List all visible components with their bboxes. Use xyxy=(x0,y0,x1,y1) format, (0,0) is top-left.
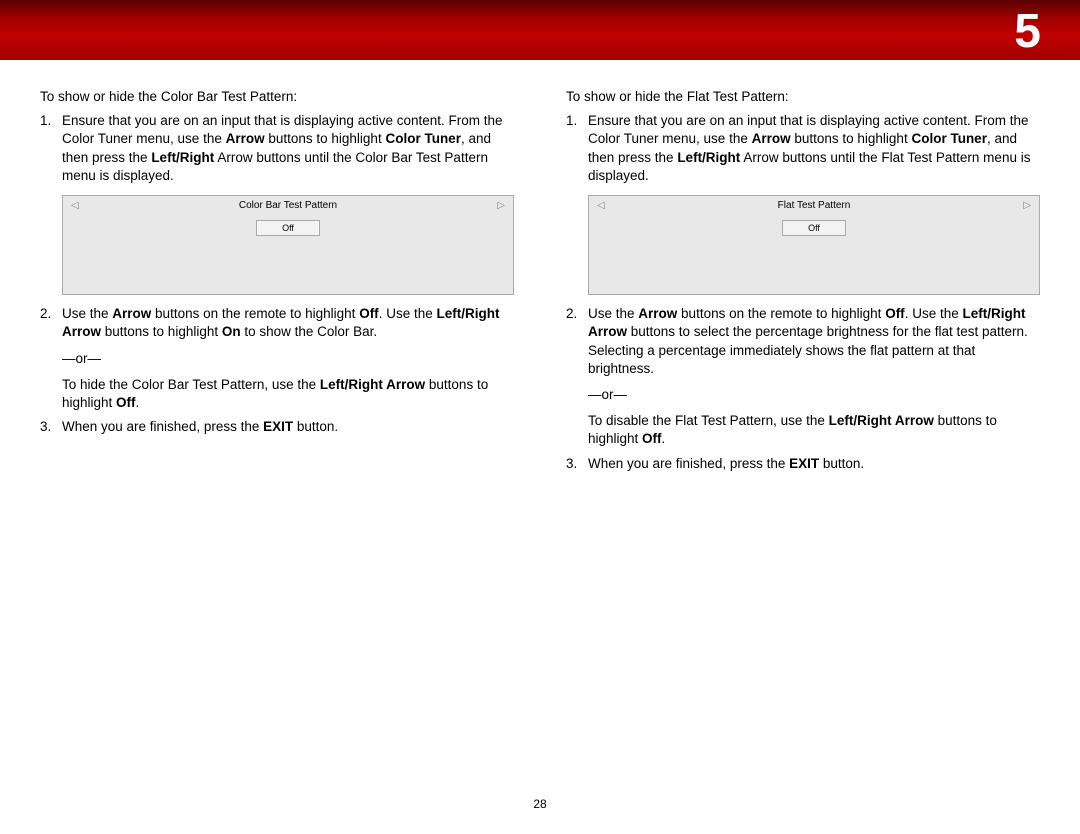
text: buttons to highlight xyxy=(265,131,386,146)
left-step-1: Ensure that you are on an input that is … xyxy=(40,112,514,295)
bold-arrow: Arrow xyxy=(752,131,791,146)
menu-value: Off xyxy=(782,220,846,236)
text: button. xyxy=(293,419,338,434)
flat-pattern-menu-box: ◁ Flat Test Pattern ▷ Off xyxy=(588,195,1040,295)
header-band: 5 xyxy=(0,0,1080,60)
bold-off: Off xyxy=(885,306,905,321)
chevron-right-icon: ▷ xyxy=(497,199,505,213)
bold-color-tuner: Color Tuner xyxy=(911,131,987,146)
chevron-left-icon: ◁ xyxy=(597,199,605,213)
bold-arrow: Arrow xyxy=(226,131,265,146)
text: When you are finished, press the xyxy=(588,456,789,471)
color-bar-menu-box: ◁ Color Bar Test Pattern ▷ Off xyxy=(62,195,514,295)
text: . xyxy=(662,431,666,446)
text: buttons to highlight xyxy=(101,324,222,339)
bold-off: Off xyxy=(642,431,662,446)
text: buttons on the remote to highlight xyxy=(677,306,885,321)
text: . xyxy=(136,395,140,410)
text: buttons on the remote to highlight xyxy=(151,306,359,321)
text: To disable the Flat Test Pattern, use th… xyxy=(588,413,829,428)
text: button. xyxy=(819,456,864,471)
bold-arrow: Arrow xyxy=(638,306,677,321)
left-steps: Ensure that you are on an input that is … xyxy=(40,112,514,436)
text: To hide the Color Bar Test Pattern, use … xyxy=(62,377,320,392)
left-step-2-alt: To hide the Color Bar Test Pattern, use … xyxy=(62,376,514,412)
chevron-left-icon: ◁ xyxy=(71,199,79,213)
chevron-right-icon: ▷ xyxy=(1023,199,1031,213)
bold-off: Off xyxy=(116,395,136,410)
menu-value: Off xyxy=(256,220,320,236)
left-step-3: When you are finished, press the EXIT bu… xyxy=(40,418,514,436)
right-steps: Ensure that you are on an input that is … xyxy=(566,112,1040,473)
bold-left-right-arrow: Left/Right Arrow xyxy=(829,413,934,428)
bold-arrow: Arrow xyxy=(112,306,151,321)
left-intro: To show or hide the Color Bar Test Patte… xyxy=(40,88,514,106)
bold-exit: EXIT xyxy=(263,419,293,434)
or-separator: —or— xyxy=(588,386,1040,404)
bold-left-right: Left/Right xyxy=(677,150,740,165)
bold-exit: EXIT xyxy=(789,456,819,471)
menu-title: Flat Test Pattern xyxy=(778,199,851,213)
text: Use the xyxy=(588,306,638,321)
text: Use the xyxy=(62,306,112,321)
bold-on: On xyxy=(222,324,241,339)
content-area: To show or hide the Color Bar Test Patte… xyxy=(0,60,1080,473)
or-separator: —or— xyxy=(62,350,514,368)
text: When you are finished, press the xyxy=(62,419,263,434)
menu-title-row: ◁ Color Bar Test Pattern ▷ xyxy=(63,196,513,216)
text: . Use the xyxy=(905,306,963,321)
chapter-number: 5 xyxy=(1014,0,1042,65)
bold-left-right: Left/Right xyxy=(151,150,214,165)
right-step-3: When you are finished, press the EXIT bu… xyxy=(566,455,1040,473)
right-step-2: Use the Arrow buttons on the remote to h… xyxy=(566,305,1040,449)
left-column: To show or hide the Color Bar Test Patte… xyxy=(40,88,514,473)
right-step-2-alt: To disable the Flat Test Pattern, use th… xyxy=(588,412,1040,448)
right-step-1: Ensure that you are on an input that is … xyxy=(566,112,1040,295)
text: to show the Color Bar. xyxy=(241,324,378,339)
text: buttons to select the percentage brightn… xyxy=(588,324,1028,375)
bold-left-right-arrow: Left/Right Arrow xyxy=(320,377,425,392)
menu-title: Color Bar Test Pattern xyxy=(239,199,337,213)
menu-title-row: ◁ Flat Test Pattern ▷ xyxy=(589,196,1039,216)
text: buttons to highlight xyxy=(791,131,912,146)
right-column: To show or hide the Flat Test Pattern: E… xyxy=(566,88,1040,473)
bold-off: Off xyxy=(359,306,379,321)
bold-color-tuner: Color Tuner xyxy=(385,131,461,146)
right-intro: To show or hide the Flat Test Pattern: xyxy=(566,88,1040,106)
text: . Use the xyxy=(379,306,437,321)
left-step-2: Use the Arrow buttons on the remote to h… xyxy=(40,305,514,412)
page-number: 28 xyxy=(0,796,1080,812)
